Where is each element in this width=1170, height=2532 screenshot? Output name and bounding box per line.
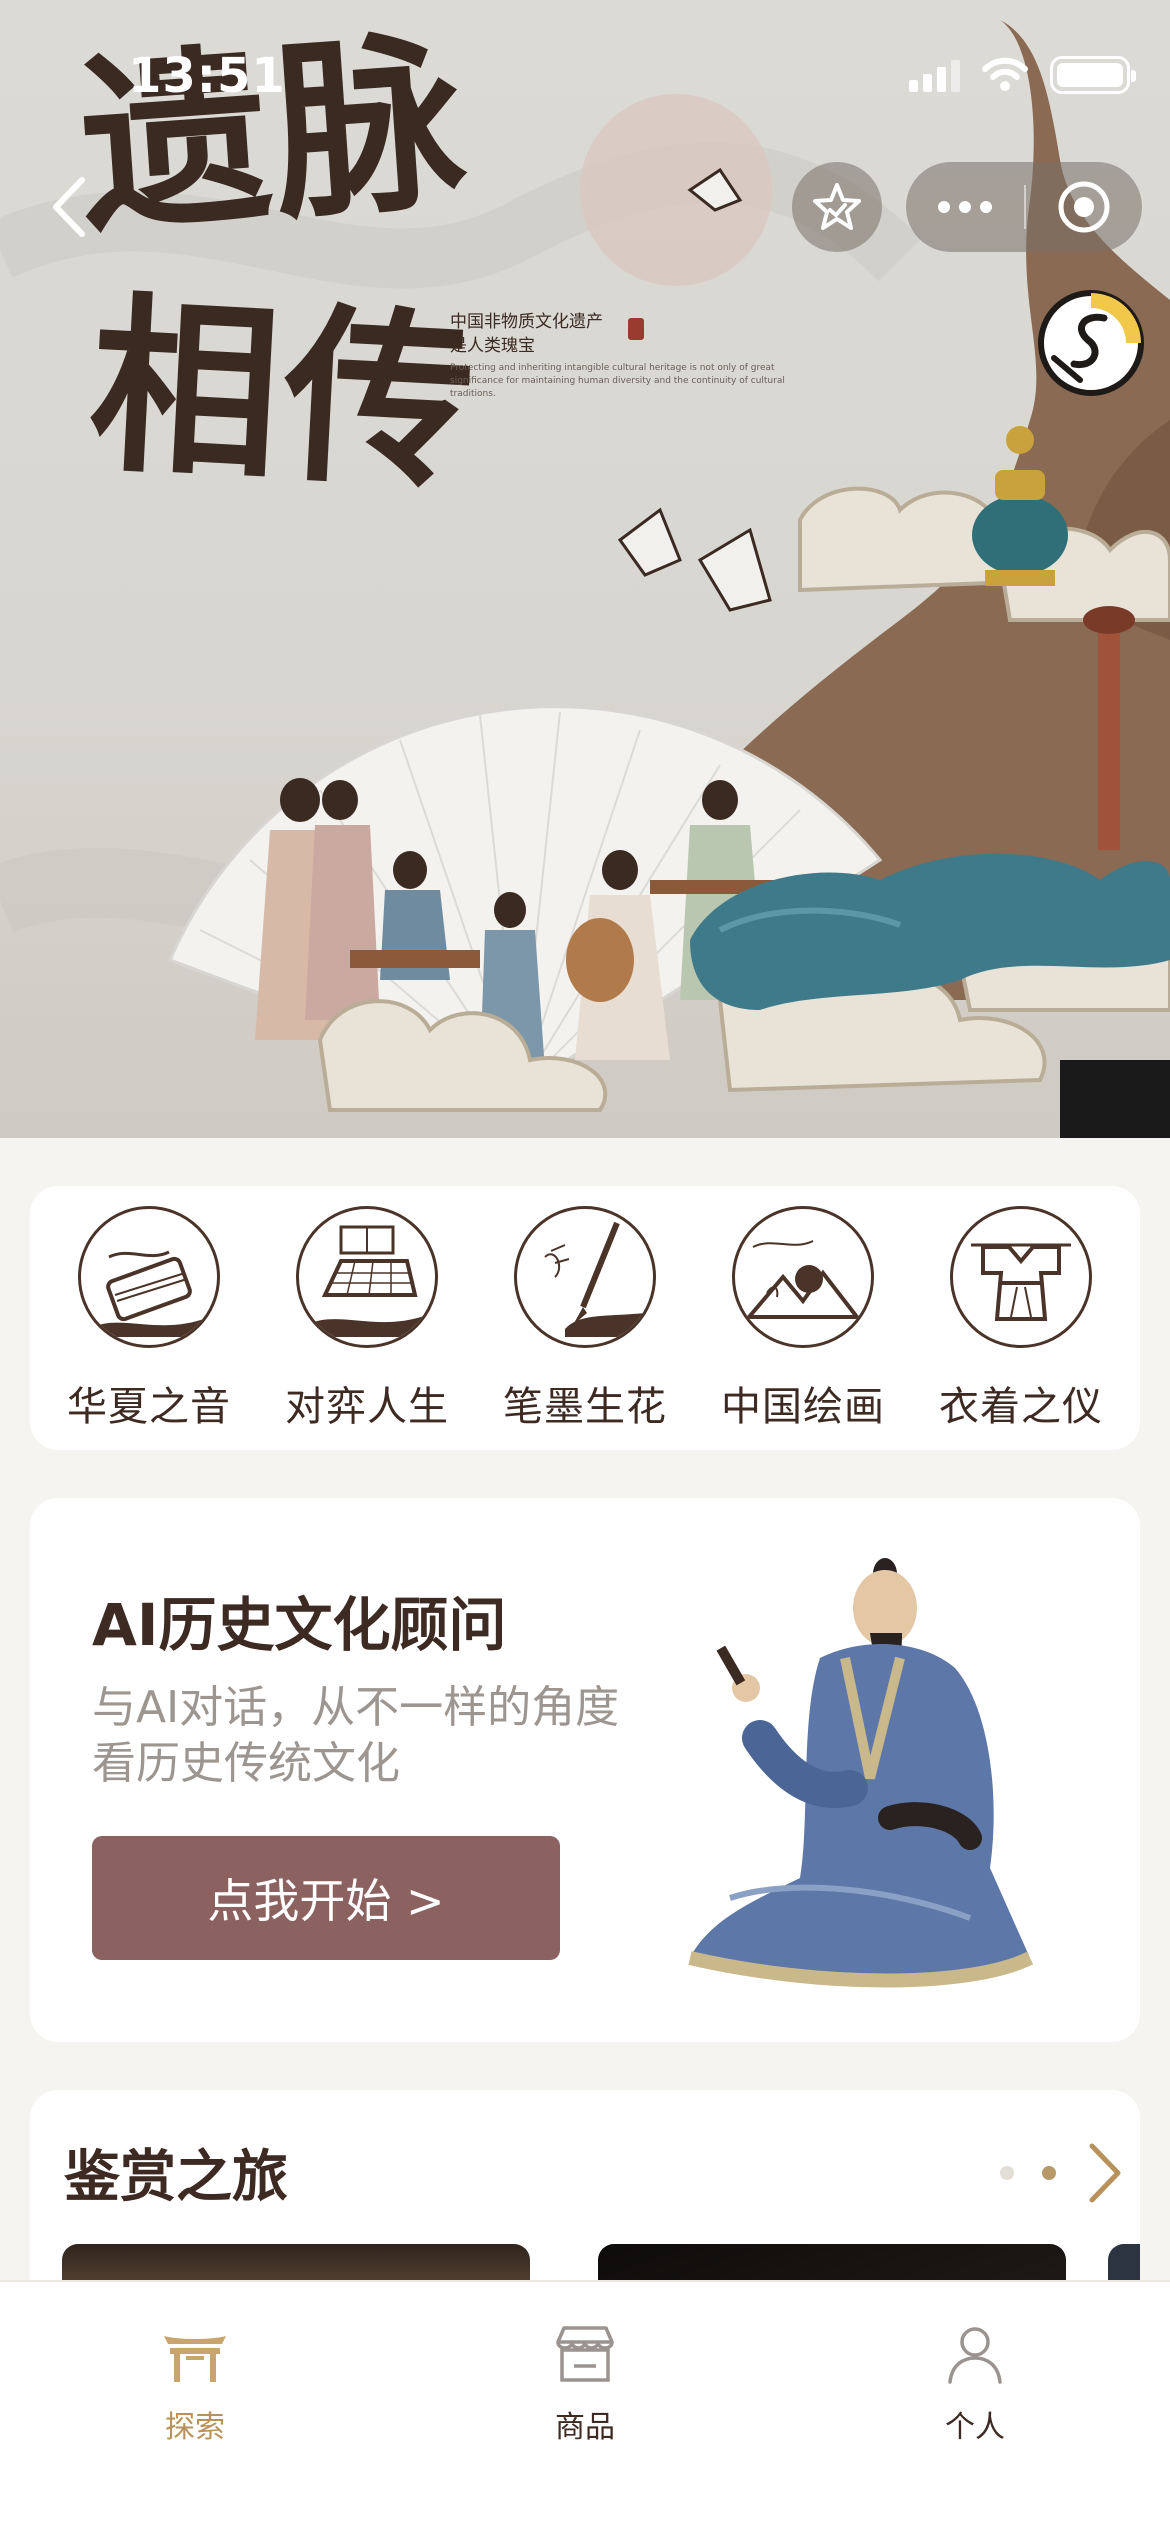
scholar-illustration: [688, 1558, 1034, 1988]
category-label: 笔墨生花: [503, 1384, 667, 1430]
carousel-indicator: [1000, 2166, 1056, 2180]
tab-label: 探索: [165, 2410, 225, 2445]
tab-profile[interactable]: 个人: [780, 2282, 1170, 2532]
guqin-icon: [78, 1206, 220, 1348]
bottom-tab-bar: 探索 商品 个人: [0, 2280, 1170, 2532]
carousel-dot-active: [1042, 2166, 1056, 2180]
category-item-go[interactable]: 对弈人生: [262, 1206, 472, 1450]
journey-title: 鉴赏之旅: [64, 2145, 288, 2210]
music-disc-icon: [1038, 290, 1144, 396]
chevron-right-icon: [1089, 2143, 1121, 2203]
ai-advisor-card: AI历史文化顾问 与AI对话，从不一样的角度看历史传统文化 点我开始 >: [30, 1498, 1140, 2042]
person-icon: [948, 2327, 1002, 2384]
favorite-button[interactable]: [792, 162, 882, 252]
hero-subtitle-english: Protecting and inheriting intangible cul…: [450, 363, 785, 399]
close-miniprogram-button[interactable]: [1026, 179, 1142, 235]
pavilion-icon: [164, 2336, 226, 2382]
go-board-icon: [296, 1206, 438, 1348]
journey-next-button[interactable]: [1078, 2138, 1128, 2208]
ai-start-button[interactable]: 点我开始 >: [92, 1836, 560, 1960]
back-button[interactable]: [44, 172, 94, 242]
target-circle-icon: [1058, 181, 1110, 233]
category-item-clothing[interactable]: 衣着之仪: [916, 1206, 1126, 1450]
category-label: 衣着之仪: [939, 1384, 1103, 1430]
hero-subtitle: 中国非物质文化遗产 是人类瑰宝: [450, 310, 603, 358]
status-time: 13:51: [128, 48, 286, 104]
hero-subtitle-line2: 是人类瑰宝: [450, 336, 535, 356]
cellular-signal-icon: [909, 58, 960, 92]
status-icons: [909, 56, 1136, 94]
hero-title-line2: 相传: [84, 272, 484, 517]
category-item-music[interactable]: 华夏之音: [44, 1206, 254, 1450]
tab-explore[interactable]: 探索: [0, 2282, 390, 2532]
shop-icon: [556, 2326, 614, 2382]
audio-toggle-button[interactable]: [1036, 288, 1146, 398]
star-icon: [813, 183, 861, 230]
ai-card-description: 与AI对话，从不一样的角度看历史传统文化: [92, 1682, 620, 1789]
chevron-left-icon: [53, 177, 85, 237]
category-item-calligraphy[interactable]: 笔墨生花: [480, 1206, 690, 1450]
miniprogram-capsule: [906, 162, 1142, 252]
battery-icon: [1050, 56, 1136, 94]
tab-products[interactable]: 商品: [390, 2282, 780, 2532]
category-label: 华夏之音: [67, 1384, 231, 1430]
category-item-painting[interactable]: 中国绘画: [698, 1206, 908, 1450]
wifi-icon: [982, 57, 1028, 91]
category-label: 中国绘画: [721, 1384, 885, 1430]
brush-icon: [514, 1206, 656, 1348]
tab-label: 商品: [555, 2410, 615, 2445]
category-card: 华夏之音 对弈人生 笔墨生花 中国绘画 衣着之仪: [30, 1186, 1140, 1450]
category-label: 对弈人生: [285, 1384, 449, 1430]
tab-label: 个人: [945, 2410, 1005, 2445]
landscape-painting-icon: [732, 1206, 874, 1348]
seal-stamp: [628, 318, 644, 340]
ai-card-title: AI历史文化顾问: [92, 1591, 507, 1659]
more-button[interactable]: [906, 201, 1024, 213]
carousel-dot: [1000, 2166, 1014, 2180]
hanfu-icon: [950, 1206, 1092, 1348]
hero-subtitle-line1: 中国非物质文化遗产: [450, 312, 603, 332]
